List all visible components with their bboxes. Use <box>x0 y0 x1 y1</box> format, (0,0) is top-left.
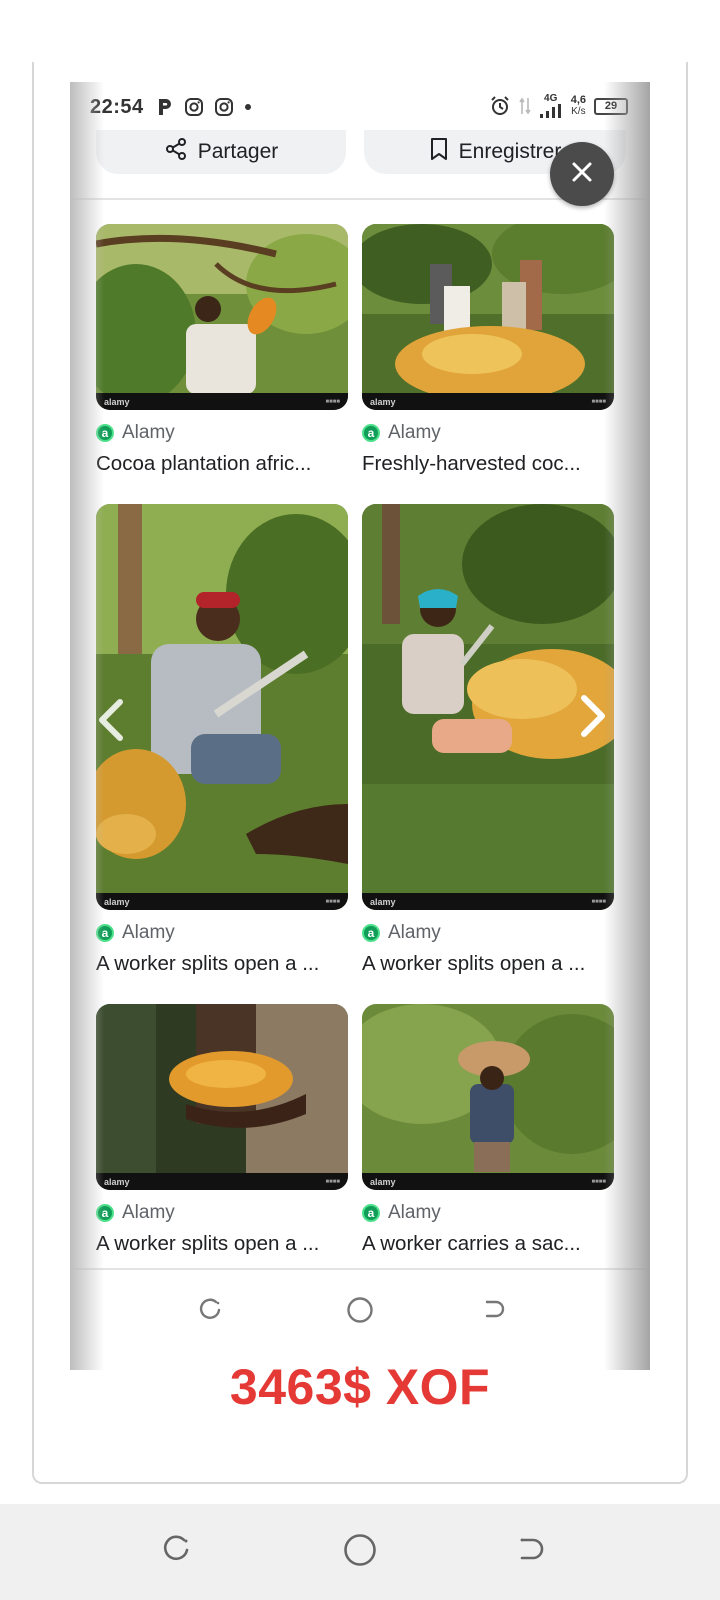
chevron-right-icon <box>578 695 608 742</box>
watermark-bar: alamy ■■■■ <box>362 893 614 910</box>
result-caption: Cocoa plantation afric... <box>96 452 312 475</box>
watermark-text: alamy <box>370 896 396 907</box>
alamy-logo-icon: a <box>362 924 380 942</box>
watermark-text: alamy <box>104 396 130 407</box>
close-icon <box>570 160 594 189</box>
source-name: Alamy <box>122 1202 175 1223</box>
system-home-button[interactable] <box>338 1530 382 1574</box>
result-source: a Alamy <box>96 1202 348 1224</box>
share-icon <box>164 137 188 167</box>
result-thumbnail[interactable]: alamy ■■■■ <box>96 504 348 910</box>
alamy-logo-icon: a <box>362 424 380 442</box>
watermark-text: alamy <box>104 1176 130 1187</box>
share-label: Partager <box>197 140 279 163</box>
source-name: Alamy <box>388 1202 441 1223</box>
system-navigation-bar <box>0 1504 720 1600</box>
embedded-screenshot: 22:54 4G 4,6 K/s 29 Partager Enregistrer… <box>70 82 650 1370</box>
result-thumbnail[interactable]: alamy ■■■■ <box>362 504 614 910</box>
system-recents-button[interactable] <box>154 1530 198 1574</box>
back-icon <box>514 1534 546 1571</box>
result-thumbnail[interactable]: alamy ■■■■ <box>96 224 348 410</box>
alamy-logo-icon: a <box>96 924 114 942</box>
status-bar: 22:54 4G 4,6 K/s 29 <box>70 82 650 132</box>
battery-level: 29 <box>604 100 618 112</box>
price-label: 3463$ XOF <box>229 1359 491 1415</box>
watermark-text: alamy <box>104 896 130 907</box>
home-circle-icon <box>346 1296 374 1329</box>
network-type: 4G <box>544 93 558 104</box>
chevron-left-icon <box>96 699 126 746</box>
close-button[interactable] <box>550 142 614 206</box>
result-source: a Alamy <box>362 922 614 944</box>
bookmark-icon <box>429 137 449 167</box>
result-thumbnail[interactable]: alamy ■■■■ <box>362 1004 614 1190</box>
worker-carrying-sack-image <box>362 1004 614 1190</box>
data-arrows-icon <box>519 96 531 116</box>
result-card[interactable]: alamy ■■■■ a Alamy Cocoa plantation afric… <box>96 224 348 476</box>
system-back-button[interactable] <box>508 1530 552 1574</box>
speed-value: 4,6 <box>570 93 586 106</box>
result-caption: A worker splits open a ... <box>96 1232 320 1255</box>
speed-unit: K/s <box>571 105 586 117</box>
worker-splitting-pod-image <box>96 504 348 910</box>
result-thumbnail[interactable]: alamy ■■■■ <box>96 1004 348 1190</box>
woman-splitting-pods-image <box>362 504 614 910</box>
result-card[interactable]: alamy ■■■■ a Alamy Freshly-harvested coc.… <box>362 224 614 476</box>
dot-icon <box>244 103 252 111</box>
result-caption: A worker splits open a ... <box>362 952 586 975</box>
result-source: a Alamy <box>362 1202 614 1224</box>
home-circle-icon <box>343 1533 377 1572</box>
signal-icon <box>539 104 563 118</box>
result-caption: A worker splits open a ... <box>96 952 320 975</box>
result-card[interactable]: alamy ■■■■ a Alamy A worker splits open a… <box>96 1004 348 1256</box>
save-label: Enregistrer <box>458 140 562 163</box>
previous-image-button[interactable] <box>96 698 126 747</box>
battery-icon: 29 <box>594 97 628 115</box>
watermark-bar: alamy ■■■■ <box>96 893 348 910</box>
screen: 22:54 4G 4,6 K/s 29 Partager Enregistrer… <box>0 0 720 1600</box>
watermark-bar: alamy ■■■■ <box>362 1173 614 1190</box>
result-source: a Alamy <box>96 922 348 944</box>
instagram-icon <box>184 97 204 117</box>
watermark-text: alamy <box>370 1176 396 1187</box>
result-caption: A worker carries a sac... <box>362 1232 581 1255</box>
status-time: 22:54 <box>90 95 144 118</box>
result-thumbnail[interactable]: alamy ■■■■ <box>362 224 614 410</box>
watermark-bar: alamy ■■■■ <box>96 1173 348 1190</box>
result-source: a Alamy <box>96 422 348 444</box>
back-icon <box>481 1297 507 1328</box>
source-name: Alamy <box>122 422 175 443</box>
recents-icon <box>197 1297 223 1328</box>
recents-icon <box>160 1534 192 1571</box>
cocoa-harvest-pile-image <box>362 224 614 410</box>
alamy-logo-icon: a <box>362 1204 380 1222</box>
source-name: Alamy <box>388 922 441 943</box>
back-button[interactable] <box>474 1292 514 1332</box>
cocoa-farmer-image <box>96 224 348 410</box>
instagram-icon <box>214 97 234 117</box>
watermark-text: alamy <box>370 396 396 407</box>
result-source: a Alamy <box>362 422 614 444</box>
watermark-bar: alamy ■■■■ <box>362 393 614 410</box>
result-card[interactable]: alamy ■■■■ a Alamy A worker splits open a… <box>96 504 348 976</box>
inner-navigation-bar <box>70 1268 650 1370</box>
source-name: Alamy <box>388 422 441 443</box>
source-name: Alamy <box>122 922 175 943</box>
watermark-bar: alamy ■■■■ <box>96 393 348 410</box>
p-icon <box>156 97 174 117</box>
result-card[interactable]: alamy ■■■■ a Alamy A worker carries a sac… <box>362 1004 614 1256</box>
alarm-icon <box>489 95 511 117</box>
alamy-logo-icon: a <box>96 1204 114 1222</box>
alamy-logo-icon: a <box>96 424 114 442</box>
home-button[interactable] <box>340 1292 380 1332</box>
hands-holding-pod-image <box>96 1004 348 1190</box>
result-caption: Freshly-harvested coc... <box>362 452 581 475</box>
result-card[interactable]: alamy ■■■■ a Alamy A worker splits open a… <box>362 504 614 976</box>
share-button[interactable]: Partager <box>96 130 346 174</box>
recents-button[interactable] <box>190 1292 230 1332</box>
next-image-button[interactable] <box>578 694 608 743</box>
